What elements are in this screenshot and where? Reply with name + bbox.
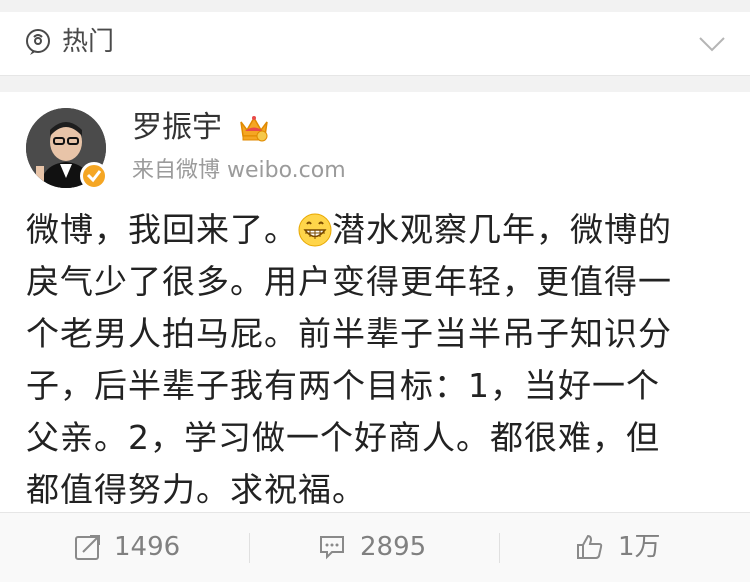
grin-emoji-icon — [298, 213, 332, 247]
hot-topic-icon — [26, 29, 50, 55]
like-button[interactable]: 1万 — [500, 513, 750, 582]
top-gap — [0, 0, 750, 12]
like-count: 1万 — [618, 532, 661, 562]
verified-badge-icon — [80, 162, 108, 190]
crown-icon[interactable] — [238, 114, 270, 142]
comment-icon — [320, 536, 344, 560]
repost-icon — [75, 535, 100, 560]
post-text-part-1: 微博，我回来了。 — [26, 210, 298, 249]
post-body: 微博，我回来了。 潜水观察几年，微博的 戾气少了很多。用户变得更年轻，更值得一 个… — [26, 204, 726, 516]
hot-section-label: 热门 — [62, 27, 115, 57]
post-source[interactable]: 来自微博 weibo.com — [132, 156, 346, 186]
weibo-post-screen: 热门 罗振宇 来自微博 weibo.com 微博，我回来了。 潜水观察几年，微博… — [0, 0, 750, 582]
action-bar: 1496 2895 1万 — [0, 512, 750, 582]
post-text-part-2: 潜水观察几年，微博的 戾气少了很多。用户变得更年轻，更值得一 个老男人拍马屁。前… — [26, 210, 672, 509]
hot-section-bar[interactable]: 热门 — [0, 12, 750, 76]
repost-count: 1496 — [114, 532, 181, 562]
comment-button[interactable]: 2895 — [250, 513, 500, 582]
comment-count: 2895 — [360, 532, 427, 562]
author-name[interactable]: 罗振宇 — [132, 108, 222, 148]
post-card: 罗振宇 来自微博 weibo.com 微博，我回来了。 潜水观察几年，微博的 戾气… — [0, 92, 750, 582]
chevron-down-icon[interactable] — [698, 34, 726, 54]
repost-button[interactable]: 1496 — [0, 513, 250, 582]
thumbs-up-icon — [577, 534, 603, 559]
